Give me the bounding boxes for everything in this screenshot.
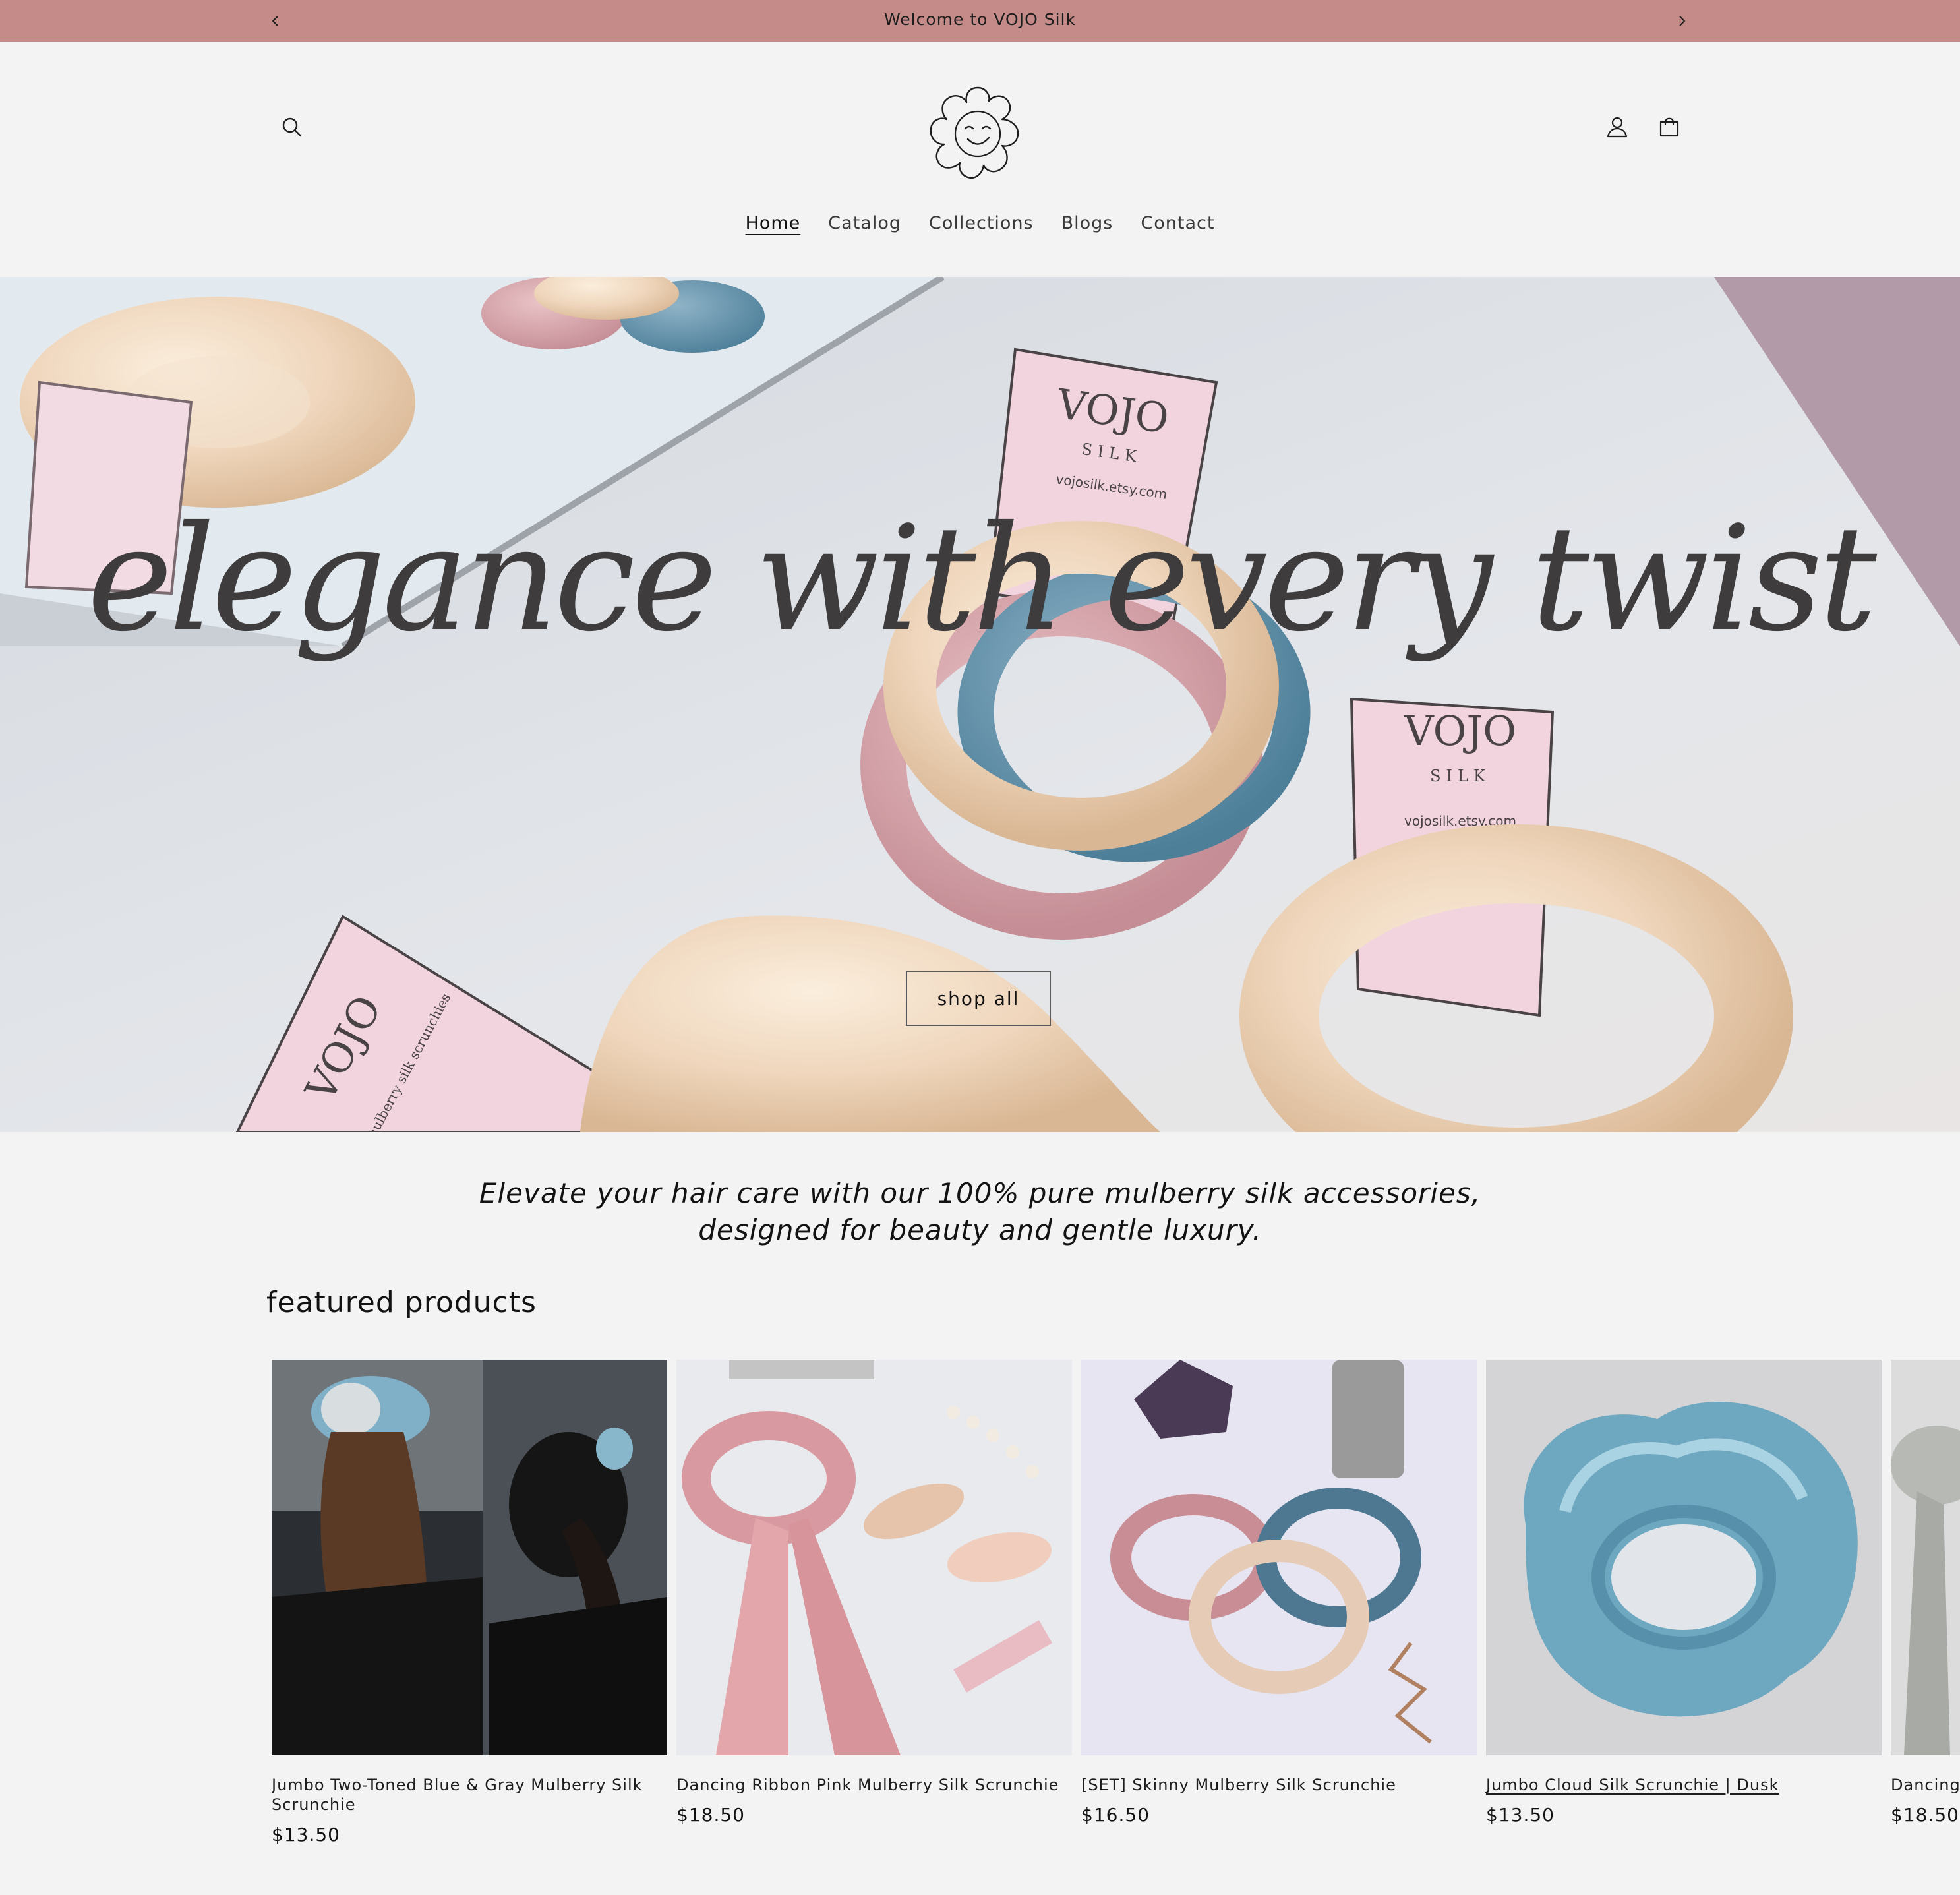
shop-all-button[interactable]: shop all bbox=[906, 971, 1051, 1026]
product-price: $13.50 bbox=[1486, 1804, 1555, 1826]
hero-title: elegance with every twist bbox=[87, 495, 1877, 663]
product-price: $18.50 bbox=[1891, 1804, 1959, 1826]
account-icon bbox=[1607, 117, 1628, 138]
product-name[interactable]: Jumbo Cloud Silk Scrunchie | Dusk bbox=[1486, 1775, 1882, 1795]
product-price: $16.50 bbox=[1081, 1804, 1150, 1826]
chevron-right-icon bbox=[1679, 16, 1686, 26]
product-carousel: Jumbo Two-Toned Blue & Gray Mulberry Sil… bbox=[272, 1360, 1960, 1895]
hero-banner: VOJO SILK vojosilk.etsy.com VOJO SILK vo… bbox=[0, 277, 1960, 1132]
announcement-bar: Welcome to VOJO Silk bbox=[0, 0, 1960, 42]
product-name[interactable]: Dancing R bbox=[1891, 1775, 1960, 1795]
main-nav: Home Catalog Collections Blogs Contact bbox=[0, 213, 1960, 233]
nav-item-home[interactable]: Home bbox=[732, 213, 815, 233]
product-photo bbox=[676, 1360, 1072, 1755]
product-card[interactable]: [SET] Skinny Mulberry Silk Scrunchie $16… bbox=[1081, 1360, 1477, 1826]
product-price: $18.50 bbox=[676, 1804, 745, 1826]
nav-item-catalog[interactable]: Catalog bbox=[814, 213, 915, 233]
tagline-line-2: designed for beauty and gentle luxury. bbox=[698, 1214, 1262, 1246]
card-brand-text-2: VOJO bbox=[1404, 707, 1516, 755]
search-button[interactable] bbox=[272, 107, 312, 147]
product-card[interactable]: Dancing Ribbon Pink Mulberry Silk Scrunc… bbox=[676, 1360, 1072, 1826]
announcement-next-button[interactable] bbox=[1669, 8, 1695, 34]
product-image[interactable] bbox=[676, 1360, 1072, 1755]
cart-button[interactable] bbox=[1649, 107, 1689, 147]
cart-icon bbox=[1659, 117, 1679, 137]
smiling-flower-logo[interactable] bbox=[923, 78, 1032, 188]
tagline-line-1: Elevate your hair care with our 100% pur… bbox=[479, 1177, 1481, 1209]
product-card[interactable]: Jumbo Two-Toned Blue & Gray Mulberry Sil… bbox=[272, 1360, 667, 1846]
featured-products-heading: featured products bbox=[266, 1286, 537, 1319]
announcement-message: Welcome to VOJO Silk bbox=[884, 10, 1076, 29]
product-photo bbox=[272, 1360, 667, 1755]
product-photo bbox=[1081, 1360, 1477, 1755]
product-photo bbox=[1891, 1360, 1960, 1755]
product-name[interactable]: Jumbo Two-Toned Blue & Gray Mulberry Sil… bbox=[272, 1775, 667, 1815]
tagline: Elevate your hair care with our 100% pur… bbox=[0, 1175, 1960, 1249]
site-header: Home Catalog Collections Blogs Contact bbox=[0, 42, 1960, 277]
nav-item-blogs[interactable]: Blogs bbox=[1048, 213, 1127, 233]
product-image[interactable] bbox=[1486, 1360, 1882, 1755]
product-photo bbox=[1486, 1360, 1882, 1755]
nav-item-contact[interactable]: Contact bbox=[1127, 213, 1228, 233]
card-sub-text-2: SILK bbox=[1430, 767, 1491, 785]
product-image[interactable] bbox=[1081, 1360, 1477, 1755]
product-image[interactable] bbox=[1891, 1360, 1960, 1755]
product-name[interactable]: [SET] Skinny Mulberry Silk Scrunchie bbox=[1081, 1775, 1477, 1795]
nav-item-collections[interactable]: Collections bbox=[915, 213, 1048, 233]
account-button[interactable] bbox=[1597, 107, 1637, 147]
product-image[interactable] bbox=[272, 1360, 667, 1755]
product-card[interactable]: Dancing R $18.50 bbox=[1891, 1360, 1960, 1826]
search-icon bbox=[282, 117, 302, 137]
product-card[interactable]: Jumbo Cloud Silk Scrunchie | Dusk $13.50 bbox=[1486, 1360, 1882, 1826]
product-name[interactable]: Dancing Ribbon Pink Mulberry Silk Scrunc… bbox=[676, 1775, 1072, 1795]
product-price: $13.50 bbox=[272, 1824, 340, 1846]
